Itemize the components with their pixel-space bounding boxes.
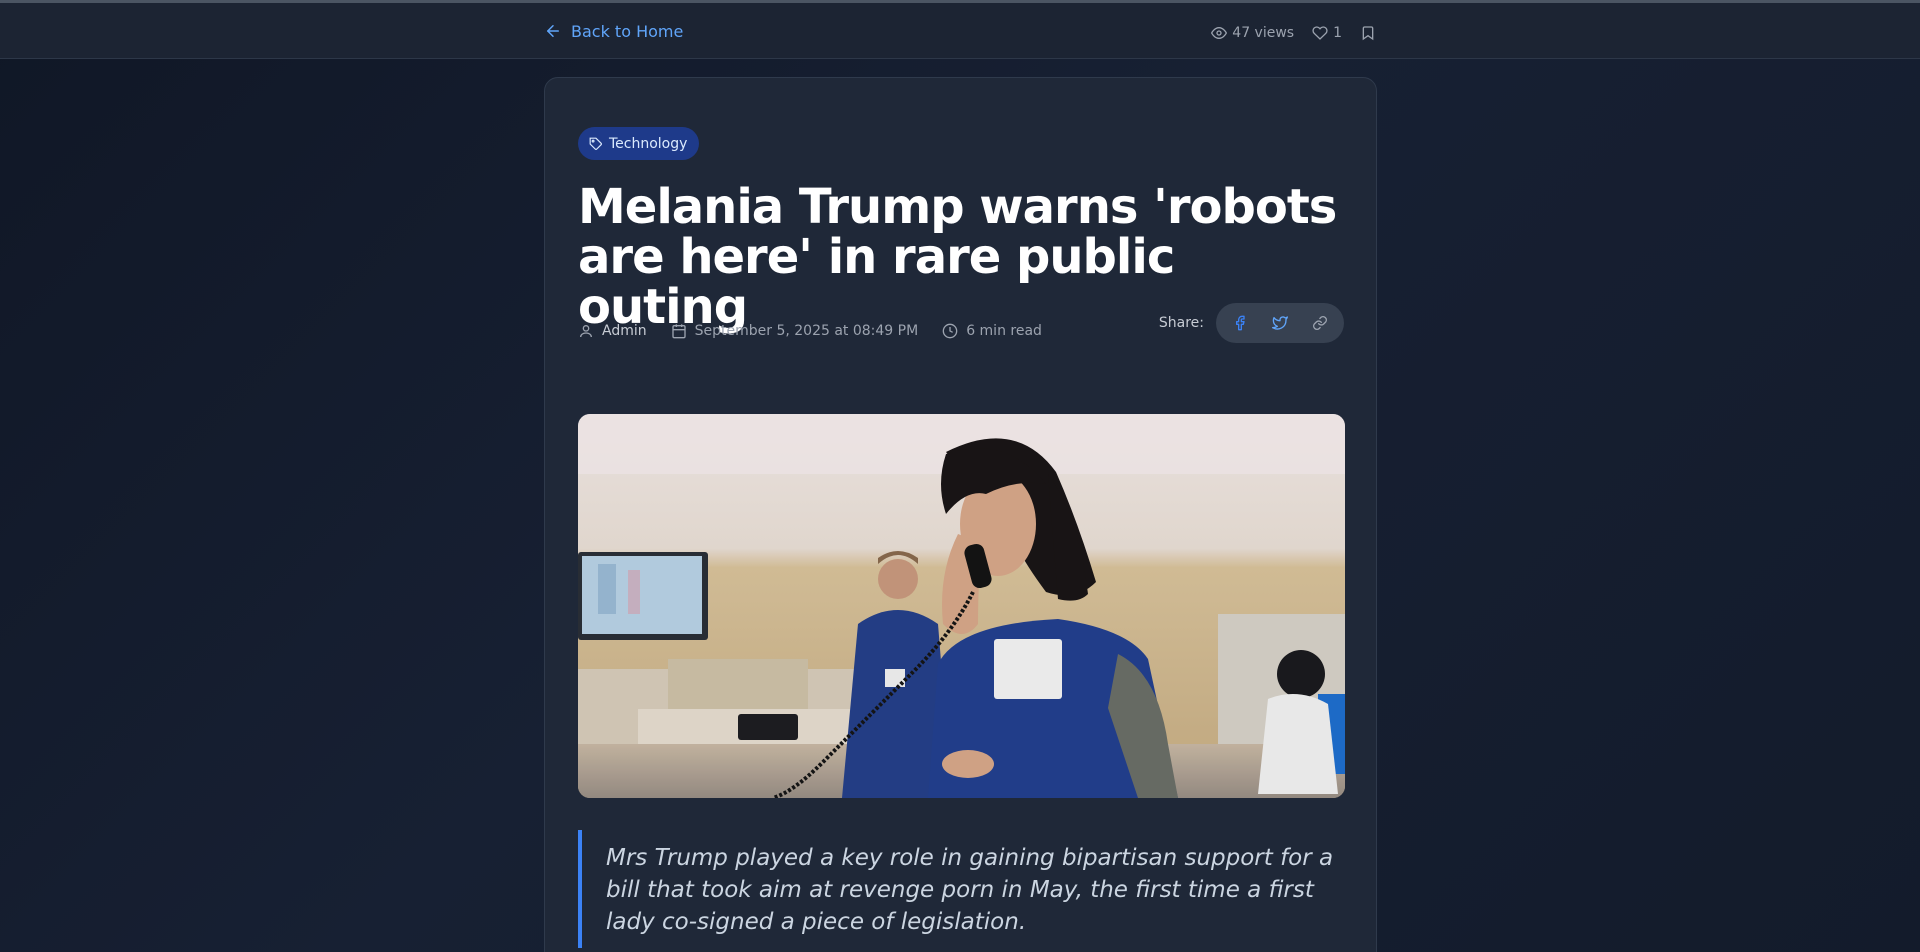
heart-icon [1312, 26, 1328, 40]
back-to-home-link[interactable]: Back to Home [544, 19, 683, 43]
top-bar: Back to Home 47 views 1 [0, 3, 1920, 59]
share-buttons [1216, 303, 1344, 343]
publish-date: September 5, 2025 at 08:49 PM [671, 323, 919, 339]
category-label: Technology [609, 135, 688, 152]
hero-photo [578, 414, 1345, 798]
back-to-home-label: Back to Home [571, 21, 684, 41]
read-time: 6 min read [942, 323, 1042, 339]
eye-icon [1211, 26, 1228, 40]
publish-date-text: September 5, 2025 at 08:49 PM [694, 323, 919, 339]
share-section: Share: [1159, 303, 1344, 343]
calendar-icon [671, 324, 686, 339]
link-icon [1313, 316, 1327, 330]
article-pull-quote: Mrs Trump played a key role in gaining b… [578, 830, 1345, 948]
share-facebook-button[interactable] [1222, 307, 1258, 339]
article-card: Technology Melania Trump warns 'robots a… [544, 77, 1377, 952]
facebook-icon [1236, 315, 1245, 331]
arrow-left-icon [547, 25, 559, 37]
article-stats: 47 views 1 [1211, 21, 1376, 45]
likes-count: 1 [1333, 25, 1342, 41]
copy-link-button[interactable] [1302, 307, 1338, 339]
read-time-text: 6 min read [966, 323, 1042, 339]
author-info: Admin [578, 323, 647, 339]
share-label: Share: [1158, 315, 1204, 331]
views-stat: 47 views [1211, 25, 1294, 41]
views-count: 47 views [1232, 25, 1295, 41]
twitter-icon [1272, 316, 1288, 330]
clock-icon [942, 323, 958, 339]
bookmark-button[interactable] [1360, 25, 1376, 41]
tag-icon [589, 137, 602, 150]
bookmark-icon [1362, 26, 1374, 41]
like-button[interactable]: 1 [1312, 25, 1342, 41]
category-tag[interactable]: Technology [578, 127, 700, 160]
article-meta: Admin September 5, 2025 at 08:49 PM 6 mi… [578, 311, 1042, 351]
author-name: Admin [602, 323, 647, 339]
article-hero-image [578, 414, 1345, 798]
share-twitter-button[interactable] [1262, 307, 1298, 339]
user-icon [580, 325, 592, 338]
